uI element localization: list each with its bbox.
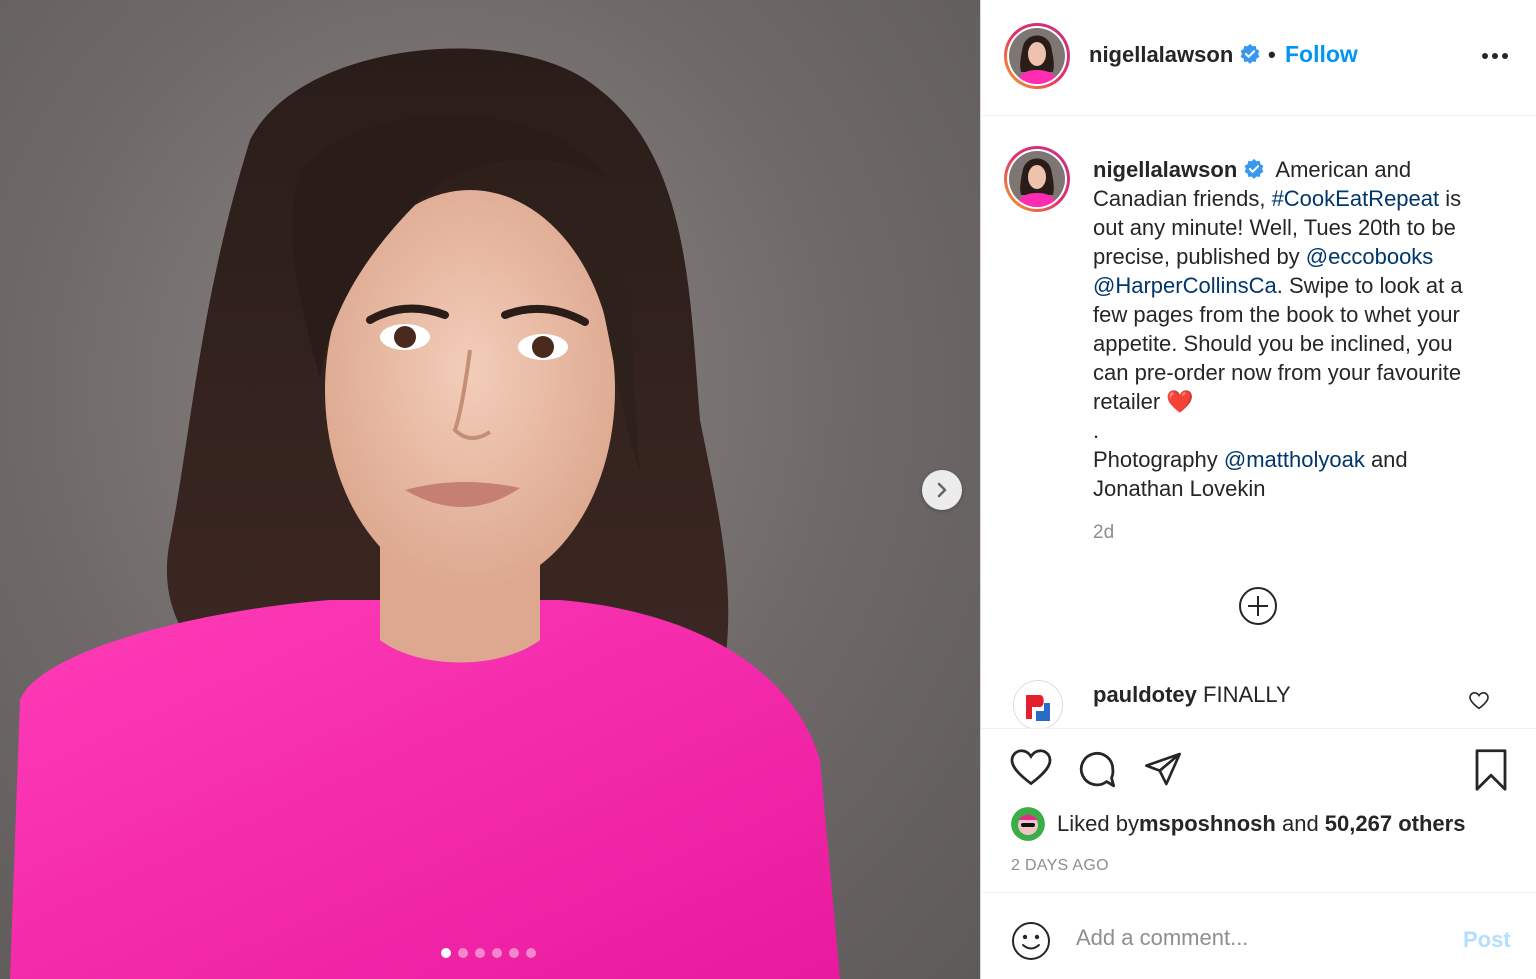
follow-button[interactable]: Follow: [1285, 41, 1358, 68]
carousel-indicator: [441, 948, 536, 958]
likes-prefix: Liked by: [1057, 811, 1139, 836]
header-bullet: •: [1268, 42, 1276, 67]
commenter-avatar[interactable]: [1013, 680, 1063, 728]
heart-emoji: ❤️: [1166, 389, 1194, 414]
chevron-right-icon: [937, 482, 947, 498]
mention-link[interactable]: @HarperCollinsCa: [1093, 273, 1277, 298]
post-caption: nigellalawson American and Canadian frie…: [1093, 155, 1493, 503]
bookmark-icon[interactable]: [1472, 749, 1510, 791]
post-photo: [10, 48, 840, 979]
mention-link[interactable]: @mattholyoak: [1224, 447, 1365, 472]
heart-icon[interactable]: [1469, 692, 1489, 710]
photo-credit: Photography @mattholyoak and Jonathan Lo…: [1093, 445, 1493, 503]
post-sidebar: nigellalawson • Follow nigellalawson Ame…: [980, 0, 1536, 979]
post-header: nigellalawson • Follow: [981, 0, 1536, 116]
author-username[interactable]: nigellalawson: [1089, 42, 1261, 68]
comment-icon[interactable]: [1076, 749, 1118, 791]
comment-input[interactable]: [1076, 921, 1436, 955]
next-slide-button[interactable]: [922, 470, 962, 510]
likes-count-link[interactable]: 50,267 others: [1325, 811, 1466, 837]
comment-text: pauldotey FINALLY: [1093, 682, 1291, 708]
mention-link[interactable]: @eccobooks: [1306, 244, 1434, 269]
carousel-dot: [492, 948, 502, 958]
hashtag-link[interactable]: #CookEatRepeat: [1272, 186, 1440, 211]
liker-username[interactable]: msposhnosh: [1139, 811, 1276, 837]
likes-summary: Liked by msposhnosh and 50,267 others: [1011, 807, 1465, 841]
caption-username[interactable]: nigellalawson: [1093, 157, 1237, 182]
caption-author-avatar[interactable]: [1004, 146, 1070, 212]
emoji-icon[interactable]: [1011, 921, 1051, 961]
post-media[interactable]: [0, 0, 980, 979]
carousel-dot: [441, 948, 451, 958]
author-username-text[interactable]: nigellalawson: [1089, 42, 1233, 67]
liker-avatar[interactable]: [1011, 807, 1045, 841]
verified-icon: [1244, 158, 1264, 179]
carousel-dot: [509, 948, 519, 958]
carousel-dot: [475, 948, 485, 958]
author-avatar[interactable]: [1004, 23, 1070, 89]
commenter-username[interactable]: pauldotey: [1093, 682, 1197, 707]
more-icon[interactable]: [1481, 46, 1509, 66]
caption-timestamp[interactable]: 2d: [1093, 522, 1114, 544]
plus-circle-icon[interactable]: [1238, 586, 1278, 626]
carousel-dot: [458, 948, 468, 958]
share-icon[interactable]: [1142, 749, 1184, 789]
likes-middle: and: [1275, 811, 1325, 836]
caption-separator: .: [1093, 418, 1100, 443]
add-comment-bar: Post: [981, 892, 1536, 979]
heart-icon[interactable]: [1010, 749, 1052, 787]
post-date[interactable]: 2 DAYS AGO: [1011, 857, 1109, 875]
post-comment-button[interactable]: Post: [1463, 927, 1511, 953]
comment-body: FINALLY: [1203, 682, 1291, 707]
photo-credit-prefix: Photography: [1093, 447, 1224, 472]
comment-item: pauldotey FINALLY: [981, 672, 1536, 728]
verified-icon: [1240, 43, 1260, 64]
post-actions: Liked by msposhnosh and 50,267 others 2 …: [981, 728, 1536, 892]
carousel-dot: [526, 948, 536, 958]
